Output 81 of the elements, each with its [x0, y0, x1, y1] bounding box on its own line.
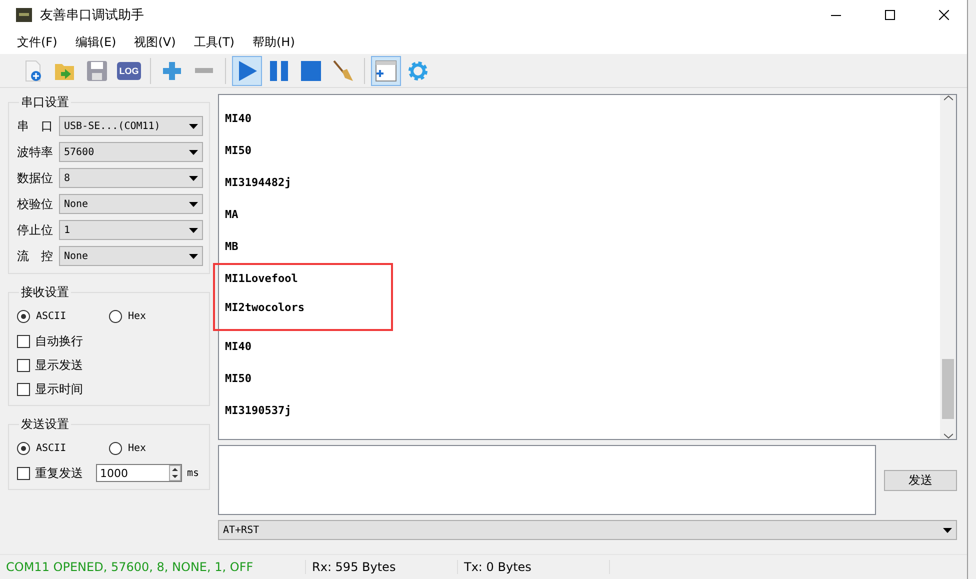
settings-icon: [406, 58, 430, 82]
spin-arrows-icon: [169, 465, 181, 481]
dropdown-arrow-icon: [189, 124, 198, 128]
rx-count: Rx: 595 Bytes: [306, 560, 458, 574]
app-icon: [16, 8, 32, 22]
received-line: MI3194482j: [225, 175, 292, 191]
unit-label: ms: [187, 468, 200, 478]
group-title: 接收设置: [20, 284, 70, 301]
checkbox[interactable]: [17, 334, 30, 348]
window-title: 友善串口调试助手: [40, 7, 145, 24]
menu-item[interactable]: 文件(F): [8, 34, 66, 50]
window-plus-icon: [374, 58, 398, 82]
dropdown-arrow-icon: [189, 228, 198, 232]
scroll-up-icon: [944, 95, 952, 101]
dropdown[interactable]: USB-SE...(COM11): [59, 116, 203, 136]
port-status: COM11 OPENED, 57600, 8, NONE, 1, OFF: [0, 560, 306, 574]
received-line: MB: [225, 239, 240, 255]
tx-count: Tx: 0 Bytes: [458, 560, 610, 574]
radio-label: Hex: [128, 310, 146, 322]
toolbar-button[interactable]: LOG: [114, 56, 144, 86]
close-icon: [939, 10, 949, 20]
group-title: 串口设置: [20, 94, 70, 111]
radio-label: ASCII: [36, 442, 66, 454]
radio-label: ASCII: [36, 310, 66, 322]
radio-button[interactable]: [17, 310, 30, 322]
maximize-icon: [885, 10, 895, 20]
received-line: MI2twocolors: [225, 300, 306, 316]
checkbox-label: 自动换行: [35, 332, 83, 350]
broom-icon: [331, 58, 355, 82]
scrollbar[interactable]: [940, 95, 956, 439]
command-dropdown[interactable]: AT+RST: [218, 520, 957, 540]
radio-button[interactable]: [109, 310, 122, 322]
field-label: 数据位: [17, 170, 54, 186]
checkbox-label: 显示发送: [35, 356, 83, 374]
dropdown[interactable]: 57600: [59, 142, 203, 162]
stop-icon: [299, 58, 323, 82]
group-title: 发送设置: [20, 416, 70, 433]
received-line: MI40: [225, 111, 252, 127]
menu-item[interactable]: 编辑(E): [66, 34, 126, 50]
received-line: MI40: [225, 339, 252, 355]
checkbox-label: 显示时间: [35, 380, 83, 398]
dropdown-arrow-icon: [189, 150, 198, 154]
checkbox[interactable]: [17, 358, 30, 372]
dropdown[interactable]: 1: [59, 220, 203, 240]
received-line: MI3190537j: [225, 403, 292, 419]
field-label: 停止位: [17, 222, 54, 238]
field-label: 波特率: [17, 144, 54, 160]
radio-button[interactable]: [109, 442, 122, 454]
dropdown-arrow-icon: [943, 528, 952, 532]
field-label: 校验位: [17, 196, 54, 212]
toolbar-button[interactable]: [371, 56, 401, 86]
dropdown-arrow-icon: [189, 202, 198, 206]
minimize-icon: [831, 14, 841, 16]
radio-label: Hex: [128, 442, 146, 454]
dropdown[interactable]: 8: [59, 168, 203, 188]
field-label: 串 口: [17, 118, 54, 134]
dropdown-arrow-icon: [189, 176, 198, 180]
radio-button[interactable]: [17, 442, 30, 454]
checkbox-label: 重复发送: [35, 464, 83, 482]
scrollbar-thumb[interactable]: [942, 359, 954, 419]
received-line: MI50: [225, 143, 252, 159]
dropdown[interactable]: None: [59, 194, 203, 214]
pause-icon: [267, 58, 291, 82]
scroll-down-icon: [944, 433, 952, 439]
minus-icon: [195, 68, 213, 73]
received-line: MA: [225, 207, 240, 223]
log-icon: LOG: [117, 62, 141, 80]
received-line: MI50: [225, 371, 252, 387]
checkbox[interactable]: [17, 466, 30, 480]
received-line: MI1Lovefool: [225, 271, 299, 287]
menu-item[interactable]: 帮助(H): [244, 34, 304, 50]
send-button[interactable]: 发送: [884, 470, 957, 490]
toolbar-button[interactable]: [232, 56, 262, 86]
menu-item[interactable]: 工具(T): [184, 34, 244, 50]
checkbox[interactable]: [17, 382, 30, 396]
menu-item[interactable]: 视图(V): [125, 34, 185, 50]
dropdown-arrow-icon: [189, 254, 198, 258]
field-label: 流 控: [17, 248, 54, 264]
send-input-field[interactable]: [218, 445, 876, 515]
interval-spinbox[interactable]: 1000: [96, 464, 182, 482]
dropdown[interactable]: None: [59, 246, 203, 266]
